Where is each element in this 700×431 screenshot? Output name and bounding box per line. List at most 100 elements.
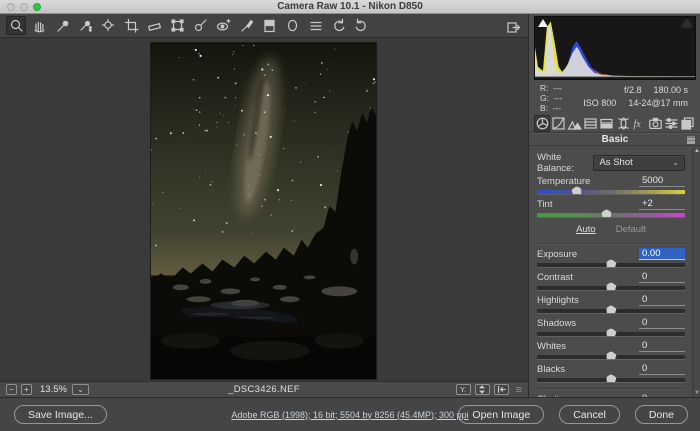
tab-hsl-grayscale[interactable] xyxy=(583,115,599,132)
exposure-slider-track[interactable] xyxy=(537,263,685,267)
scroll-down-icon[interactable]: ▼ xyxy=(694,390,700,396)
save-image-button[interactable]: Save Image... xyxy=(14,405,107,424)
tab-camera-calibration[interactable] xyxy=(648,115,664,132)
straighten-tool[interactable] xyxy=(144,16,164,35)
temperature-slider-thumb[interactable] xyxy=(571,186,582,195)
graduated-filter-tool-icon xyxy=(262,18,277,33)
targeted-adjustment-tool-icon xyxy=(101,18,116,33)
preview-options-icon[interactable]: ≡ xyxy=(516,384,522,396)
whites-slider-track[interactable] xyxy=(537,355,685,359)
tab-lens-corrections[interactable] xyxy=(615,115,631,132)
svg-text:fx: fx xyxy=(633,119,641,130)
tab-snapshots[interactable] xyxy=(680,115,696,132)
swap-before-after-button[interactable] xyxy=(475,384,490,395)
photo-night-sky[interactable] xyxy=(150,42,377,380)
adjustment-brush-tool-icon xyxy=(239,18,254,33)
panel-scrollbar[interactable]: ▲ ▼ xyxy=(692,147,700,397)
panel-menu-icon[interactable] xyxy=(687,136,695,144)
blacks-slider-thumb[interactable] xyxy=(606,374,617,383)
highlight-clipping-icon[interactable] xyxy=(682,19,692,27)
rotate-right-button[interactable] xyxy=(351,16,371,35)
tab-presets[interactable] xyxy=(664,115,680,132)
open-image-button[interactable]: Open Image xyxy=(458,405,544,424)
default-link[interactable]: Default xyxy=(616,224,646,237)
zoom-out-button[interactable]: − xyxy=(6,384,17,395)
scroll-up-icon[interactable]: ▲ xyxy=(694,148,700,154)
zoom-tool[interactable] xyxy=(6,16,26,35)
temperature-value-field[interactable]: 5000 xyxy=(639,175,685,187)
shadows-slider-track[interactable] xyxy=(537,332,685,336)
hand-tool[interactable] xyxy=(29,16,49,35)
contrast-value-field[interactable]: 0 xyxy=(639,271,685,283)
title-bar: Camera Raw 10.1 - Nikon D850 xyxy=(0,0,700,14)
tab-split-toning[interactable] xyxy=(599,115,615,132)
zoom-level: 13.5% xyxy=(40,384,67,395)
rotate-left-button-icon xyxy=(331,18,346,33)
rotate-left-button[interactable] xyxy=(328,16,348,35)
graduated-filter-tool[interactable] xyxy=(259,16,279,35)
shadow-clipping-icon[interactable] xyxy=(538,19,548,27)
hand-tool-icon xyxy=(32,18,47,33)
tint-value-field[interactable]: +2 xyxy=(639,198,685,210)
adjustment-brush-tool[interactable] xyxy=(236,16,256,35)
before-after-toggle-button[interactable]: Y. xyxy=(456,384,471,395)
red-eye-removal-tool[interactable] xyxy=(213,16,233,35)
tint-slider-thumb[interactable] xyxy=(601,209,612,218)
done-button[interactable]: Done xyxy=(635,405,688,424)
contrast-label: Contrast xyxy=(537,272,573,283)
exposure-slider-row: Exposure0.00 xyxy=(537,247,685,267)
blacks-value-field[interactable]: 0 xyxy=(639,363,685,375)
traffic-lights xyxy=(7,3,41,11)
copy-settings-button[interactable] xyxy=(494,384,509,395)
color-sampler-tool[interactable] xyxy=(75,16,95,35)
temperature-slider-track[interactable] xyxy=(537,190,685,194)
workflow-options-link[interactable]: Adobe RGB (1998); 16 bit; 5504 by 8256 (… xyxy=(231,410,468,420)
rgb-readout: R: --- G: --- B: --- xyxy=(534,82,580,112)
highlights-value-field[interactable]: 0 xyxy=(639,294,685,306)
tab-detail[interactable] xyxy=(566,115,582,132)
tab-split-toning-icon xyxy=(599,116,614,131)
shadows-slider-row: Shadows0 xyxy=(537,316,685,336)
tint-slider-track[interactable] xyxy=(537,213,685,217)
blacks-slider-row: Blacks0 xyxy=(537,362,685,382)
zoom-level-dropdown[interactable]: ⌄ xyxy=(72,384,89,395)
tab-tone-curve-icon xyxy=(551,116,566,131)
shadows-slider-thumb[interactable] xyxy=(606,328,617,337)
blacks-slider-track[interactable] xyxy=(537,378,685,382)
tab-tone-curve[interactable] xyxy=(550,115,566,132)
whites-slider-thumb[interactable] xyxy=(606,351,617,360)
contrast-slider-track[interactable] xyxy=(537,286,685,290)
temperature-label: Temperature xyxy=(537,176,590,187)
preview-canvas[interactable] xyxy=(0,38,528,381)
crop-tool[interactable] xyxy=(121,16,141,35)
highlights-slider-thumb[interactable] xyxy=(606,305,617,314)
highlights-slider-track[interactable] xyxy=(537,309,685,313)
zoom-window-icon[interactable] xyxy=(33,3,41,11)
toggle-fullscreen-button[interactable] xyxy=(503,18,523,37)
radial-filter-tool[interactable] xyxy=(282,16,302,35)
spot-removal-tool[interactable] xyxy=(190,16,210,35)
shadows-value-field[interactable]: 0 xyxy=(639,317,685,329)
g-value: --- xyxy=(554,93,563,103)
white-balance-tool-icon xyxy=(55,18,70,33)
auto-link[interactable]: Auto xyxy=(576,224,596,237)
tab-effects[interactable]: fx xyxy=(631,115,647,132)
transform-tool[interactable] xyxy=(167,16,187,35)
white-balance-label: White Balance: xyxy=(537,152,593,174)
targeted-adjustment-tool[interactable] xyxy=(98,16,118,35)
white-balance-tool[interactable] xyxy=(52,16,72,35)
tab-hsl-grayscale-icon xyxy=(583,116,598,131)
white-balance-select[interactable]: As Shot ⌄ xyxy=(593,155,685,171)
zoom-in-button[interactable]: + xyxy=(21,384,32,395)
straighten-tool-icon xyxy=(147,18,162,33)
preferences-button[interactable] xyxy=(305,16,325,35)
contrast-slider-thumb[interactable] xyxy=(606,282,617,291)
tab-basic[interactable] xyxy=(534,115,550,132)
histogram-plot xyxy=(535,17,695,79)
close-window-icon xyxy=(7,3,15,11)
tab-lens-corrections-icon xyxy=(616,116,631,131)
whites-value-field[interactable]: 0 xyxy=(639,340,685,352)
exposure-value-field[interactable]: 0.00 xyxy=(639,248,685,260)
cancel-button[interactable]: Cancel xyxy=(559,405,620,424)
exposure-slider-thumb[interactable] xyxy=(606,259,617,268)
